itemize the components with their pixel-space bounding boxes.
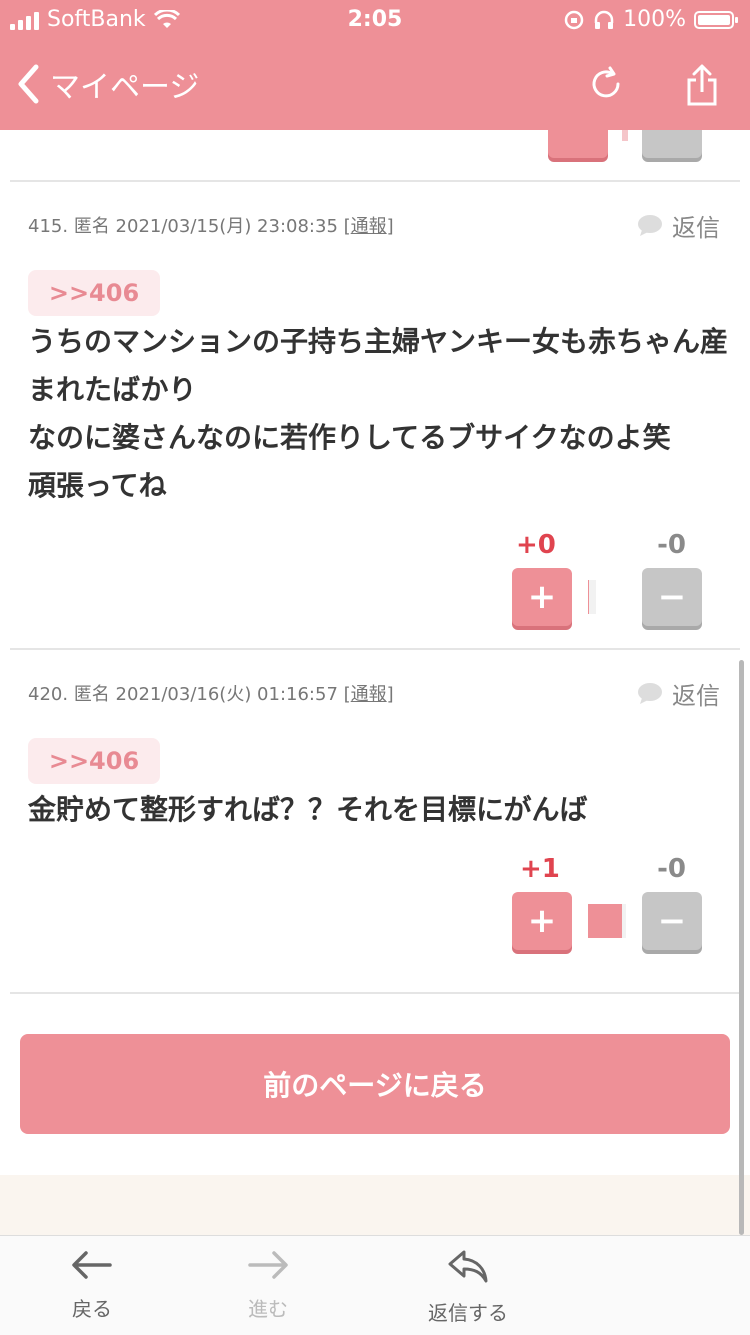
- reload-icon[interactable]: [588, 64, 624, 104]
- report-bracket: ]: [387, 684, 394, 705]
- report-link[interactable]: 通報: [351, 684, 387, 705]
- bottom-toolbar: 戻る 進む 返信する: [0, 1235, 750, 1335]
- chevron-left-icon: [16, 64, 40, 104]
- anchor-link[interactable]: >>406: [28, 738, 160, 784]
- report-bracket: ]: [387, 216, 394, 237]
- vote-bar-fill: [588, 904, 622, 938]
- comment-number: 415.: [28, 216, 68, 237]
- arrow-left-icon: [70, 1248, 114, 1282]
- nav-bar: マイページ: [0, 40, 750, 130]
- minus-icon: −: [658, 901, 687, 941]
- status-bar: SoftBank 2:05 100%: [0, 0, 750, 40]
- back-label: 戻る: [22, 1293, 162, 1322]
- reply-button[interactable]: 返信する: [398, 1248, 538, 1326]
- arrow-right-icon: [246, 1248, 290, 1282]
- back-to-mypage-button[interactable]: マイページ: [16, 62, 199, 106]
- comment-meta: 415. 匿名 2021/03/15(月) 23:08:35 [通報]: [28, 212, 394, 238]
- speech-bubble-icon: [636, 214, 664, 238]
- forward-button[interactable]: 進む: [198, 1248, 338, 1322]
- footer-background: [0, 1175, 750, 1235]
- comment-text: 金貯めて整形すれば？？それを目標にがんば: [28, 786, 728, 834]
- comment-number: 420.: [28, 684, 68, 705]
- plus-button[interactable]: [548, 130, 608, 158]
- prev-page-button[interactable]: 前のページに戻る: [20, 1034, 730, 1134]
- headphones-icon: [593, 9, 615, 31]
- comment-meta: 420. 匿名 2021/03/16(火) 01:16:57 [通報]: [28, 680, 394, 706]
- anchor-link[interactable]: >>406: [28, 270, 160, 316]
- vote-controls: +0 -0 + −: [512, 530, 702, 630]
- minus-count: -0: [657, 854, 686, 884]
- report-bracket: [: [344, 684, 351, 705]
- vote-bar: [622, 130, 628, 141]
- comment-text: うちのマンションの子持ち主婦ヤンキー女も赤ちゃん産まれたばかり なのに婆さんなの…: [28, 318, 728, 510]
- vote-bar: [588, 904, 626, 938]
- vote-bar: [588, 580, 596, 614]
- previous-post-votes: [548, 130, 702, 158]
- comment-datetime: 2021/03/15(月) 23:08:35: [116, 216, 338, 237]
- orientation-lock-icon: [563, 9, 585, 31]
- report-link[interactable]: 通報: [351, 216, 387, 237]
- battery-icon: [694, 11, 734, 29]
- back-button[interactable]: 戻る: [22, 1248, 162, 1322]
- share-icon[interactable]: [684, 64, 720, 106]
- reply-link[interactable]: 返信: [636, 208, 720, 243]
- divider: [10, 992, 740, 994]
- nav-title: マイページ: [50, 62, 199, 106]
- plus-icon: +: [528, 901, 557, 941]
- comment-item: 420. 匿名 2021/03/16(火) 01:16:57 [通報] 返信 >…: [0, 650, 750, 990]
- comment-text-content: 金貯めて整形すれば？？それを目標にがんば: [28, 793, 587, 826]
- reply-label: 返信: [672, 676, 720, 711]
- plus-button[interactable]: +: [512, 892, 572, 950]
- comment-datetime: 2021/03/16(火) 01:16:57: [116, 684, 338, 705]
- app-header: SoftBank 2:05 100%: [0, 0, 750, 130]
- scrollbar[interactable]: [739, 660, 744, 1235]
- comment-author: 匿名: [74, 216, 110, 237]
- reply-label: 返信: [672, 208, 720, 243]
- plus-count: +0: [516, 530, 556, 560]
- reply-arrow-icon: [446, 1248, 490, 1286]
- report-bracket: [: [344, 216, 351, 237]
- comment-text-content: うちのマンションの子持ち主婦ヤンキー女も赤ちゃん産まれたばかり なのに婆さんなの…: [28, 325, 728, 502]
- minus-button[interactable]: −: [642, 568, 702, 626]
- minus-button[interactable]: [642, 130, 702, 158]
- comment-list: 415. 匿名 2021/03/15(月) 23:08:35 [通報] 返信 >…: [0, 130, 750, 1175]
- battery-percent: 100%: [623, 7, 686, 32]
- comment-author: 匿名: [74, 684, 110, 705]
- minus-icon: −: [658, 577, 687, 617]
- comment-item: 415. 匿名 2021/03/15(月) 23:08:35 [通報] 返信 >…: [0, 182, 750, 648]
- plus-count: +1: [520, 854, 560, 884]
- minus-count: -0: [657, 530, 686, 560]
- reply-toolbar-label: 返信する: [398, 1297, 538, 1326]
- plus-icon: +: [528, 577, 557, 617]
- reply-link[interactable]: 返信: [636, 676, 720, 711]
- minus-button[interactable]: −: [642, 892, 702, 950]
- vote-controls: +1 -0 + −: [512, 854, 702, 954]
- forward-label: 進む: [198, 1293, 338, 1322]
- plus-button[interactable]: +: [512, 568, 572, 626]
- speech-bubble-icon: [636, 682, 664, 706]
